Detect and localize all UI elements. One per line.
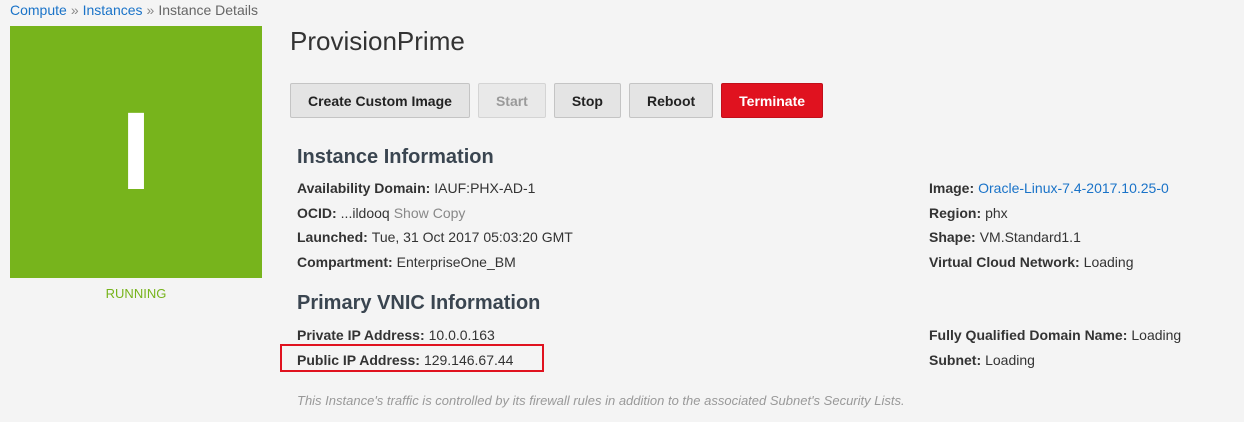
private-ip-field: Private IP Address: 10.0.0.163 [297,327,495,343]
instance-tile-letter: I [120,90,152,213]
field-value: Loading [1083,254,1134,270]
field-label: Virtual Cloud Network: [929,254,1080,270]
field-label: Subnet: [929,352,982,368]
breadcrumb: Compute» Instances» Instance Details [10,2,258,18]
field-label: Private IP Address: [297,327,425,343]
field-value: Tue, 31 Oct 2017 05:03:20 GMT [371,229,573,245]
launched-field: Launched: Tue, 31 Oct 2017 05:03:20 GMT [297,229,573,245]
field-value: VM.Standard1.1 [979,229,1081,245]
fqdn-field: Fully Qualified Domain Name: Loading [929,327,1181,343]
image-field: Image: Oracle-Linux-7.4-2017.10.25-0 [929,180,1169,196]
image-link[interactable]: Oracle-Linux-7.4-2017.10.25-0 [978,180,1169,196]
field-label: Shape: [929,229,976,245]
instance-status-tile: I [10,26,262,278]
subnet-field: Subnet: Loading [929,352,1035,368]
region-field: Region: phx [929,205,1008,221]
breadcrumb-separator: » [146,2,155,18]
vcn-field: Virtual Cloud Network: Loading [929,254,1133,270]
stop-button[interactable]: Stop [553,83,621,118]
ocid-field: OCID: ...ildooq Show Copy [297,205,465,221]
field-value: IAUF:PHX-AD-1 [434,180,536,196]
start-button[interactable]: Start [477,83,546,118]
instance-state-label: RUNNING [105,286,167,301]
compartment-field: Compartment: EnterpriseOne_BM [297,254,516,270]
field-value: phx [985,205,1008,221]
firewall-note: This Instance's traffic is controlled by… [297,393,905,408]
field-label: Region: [929,205,982,221]
terminate-button[interactable]: Terminate [721,83,824,118]
reboot-button[interactable]: Reboot [628,83,714,118]
instance-information-heading: Instance Information [297,146,494,168]
page-title: ProvisionPrime [290,26,465,56]
field-value: Loading [985,352,1035,368]
field-label: OCID: [297,205,337,221]
breadcrumb-separator: » [70,2,79,18]
field-value: ...ildooq [340,205,390,221]
field-label: Compartment: [297,254,393,270]
ocid-copy-link[interactable]: Copy [433,205,466,221]
field-value: Loading [1131,327,1182,343]
field-label: Fully Qualified Domain Name: [929,327,1128,343]
breadcrumb-current: Instance Details [158,2,258,18]
action-toolbar: Create Custom Image Start Stop Reboot Te… [290,83,831,118]
field-value: 10.0.0.163 [428,327,495,343]
breadcrumb-instances-link[interactable]: Instances [83,2,143,18]
field-label: Launched: [297,229,368,245]
public-ip-highlight-box [280,344,544,372]
field-label: Image: [929,180,975,196]
field-label: Availability Domain: [297,180,431,196]
field-value: EnterpriseOne_BM [396,254,516,270]
ocid-show-link[interactable]: Show [394,205,429,221]
availability-domain-field: Availability Domain: IAUF:PHX-AD-1 [297,180,535,196]
create-custom-image-button[interactable]: Create Custom Image [290,83,470,118]
primary-vnic-heading: Primary VNIC Information [297,292,541,314]
shape-field: Shape: VM.Standard1.1 [929,229,1081,245]
breadcrumb-compute-link[interactable]: Compute [10,2,67,18]
